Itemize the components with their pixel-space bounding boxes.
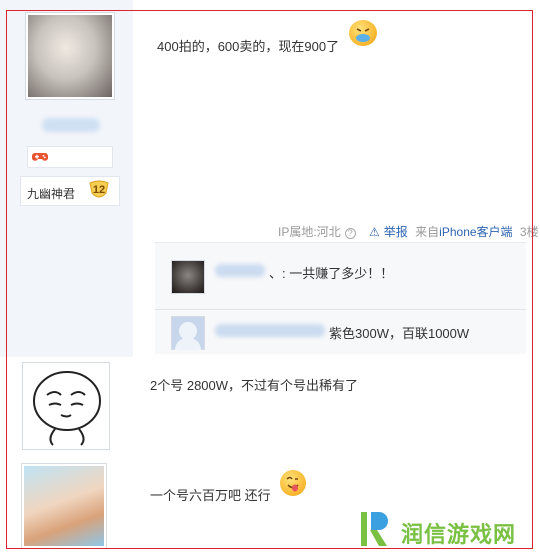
avatar-image <box>24 466 104 546</box>
post-meta: IP属地:河北? ⚠ 举报 来自iPhone客户端 3楼 <box>278 223 540 240</box>
post-text: 一个号六百万吧 还行 <box>150 488 271 503</box>
tongue-out-emoji <box>280 470 306 496</box>
level-number: 12 <box>92 184 106 196</box>
floor-number: 3楼 <box>519 225 539 239</box>
warning-icon: ⚠ <box>369 225 380 239</box>
level-box[interactable]: 九幽神君 12 <box>20 176 120 206</box>
default-avatar-body <box>175 338 201 350</box>
default-avatar[interactable] <box>171 316 205 350</box>
gamepad-icon <box>32 153 48 161</box>
sick-face-emoji <box>349 20 377 46</box>
reply-list: 、: 一共赚了多少！！ 紫色300W，百联1000W <box>155 242 526 354</box>
level-name: 九幽神君 <box>27 187 76 201</box>
source-device-link[interactable]: iPhone客户端 <box>439 225 512 239</box>
avatar-image <box>28 15 112 97</box>
level-badge: 12 <box>87 180 111 202</box>
watermark-text: 润信游戏网 <box>401 522 517 547</box>
reply-text: 、: 一共赚了多少！！ <box>269 266 394 281</box>
help-icon[interactable]: ? <box>344 228 356 239</box>
post-text: 400拍的，600卖的，现在900了 <box>157 39 340 54</box>
badge-row[interactable] <box>27 146 113 168</box>
ip-location: IP属地:河北 <box>278 225 341 239</box>
avatar-image <box>25 365 107 447</box>
source-prefix: 来自 <box>415 225 440 239</box>
reply-text: 紫色300W，百联1000W <box>329 326 470 341</box>
post-text: 2个号 2800W，不过有个号出稀有了 <box>150 378 359 393</box>
author-avatar[interactable] <box>22 362 110 450</box>
report-link[interactable]: 举报 <box>384 225 408 239</box>
watermark-logo-icon <box>361 512 388 546</box>
author-avatar[interactable] <box>25 12 115 100</box>
blurred-username <box>42 118 100 132</box>
reply-item: 紫色300W，百联1000W <box>155 309 526 353</box>
reply-item: 、: 一共赚了多少！！ <box>155 251 526 299</box>
blurred-reply-username <box>215 264 265 277</box>
author-avatar[interactable] <box>21 463 107 549</box>
blurred-reply-username <box>215 324 325 337</box>
reply-avatar[interactable] <box>171 260 205 294</box>
